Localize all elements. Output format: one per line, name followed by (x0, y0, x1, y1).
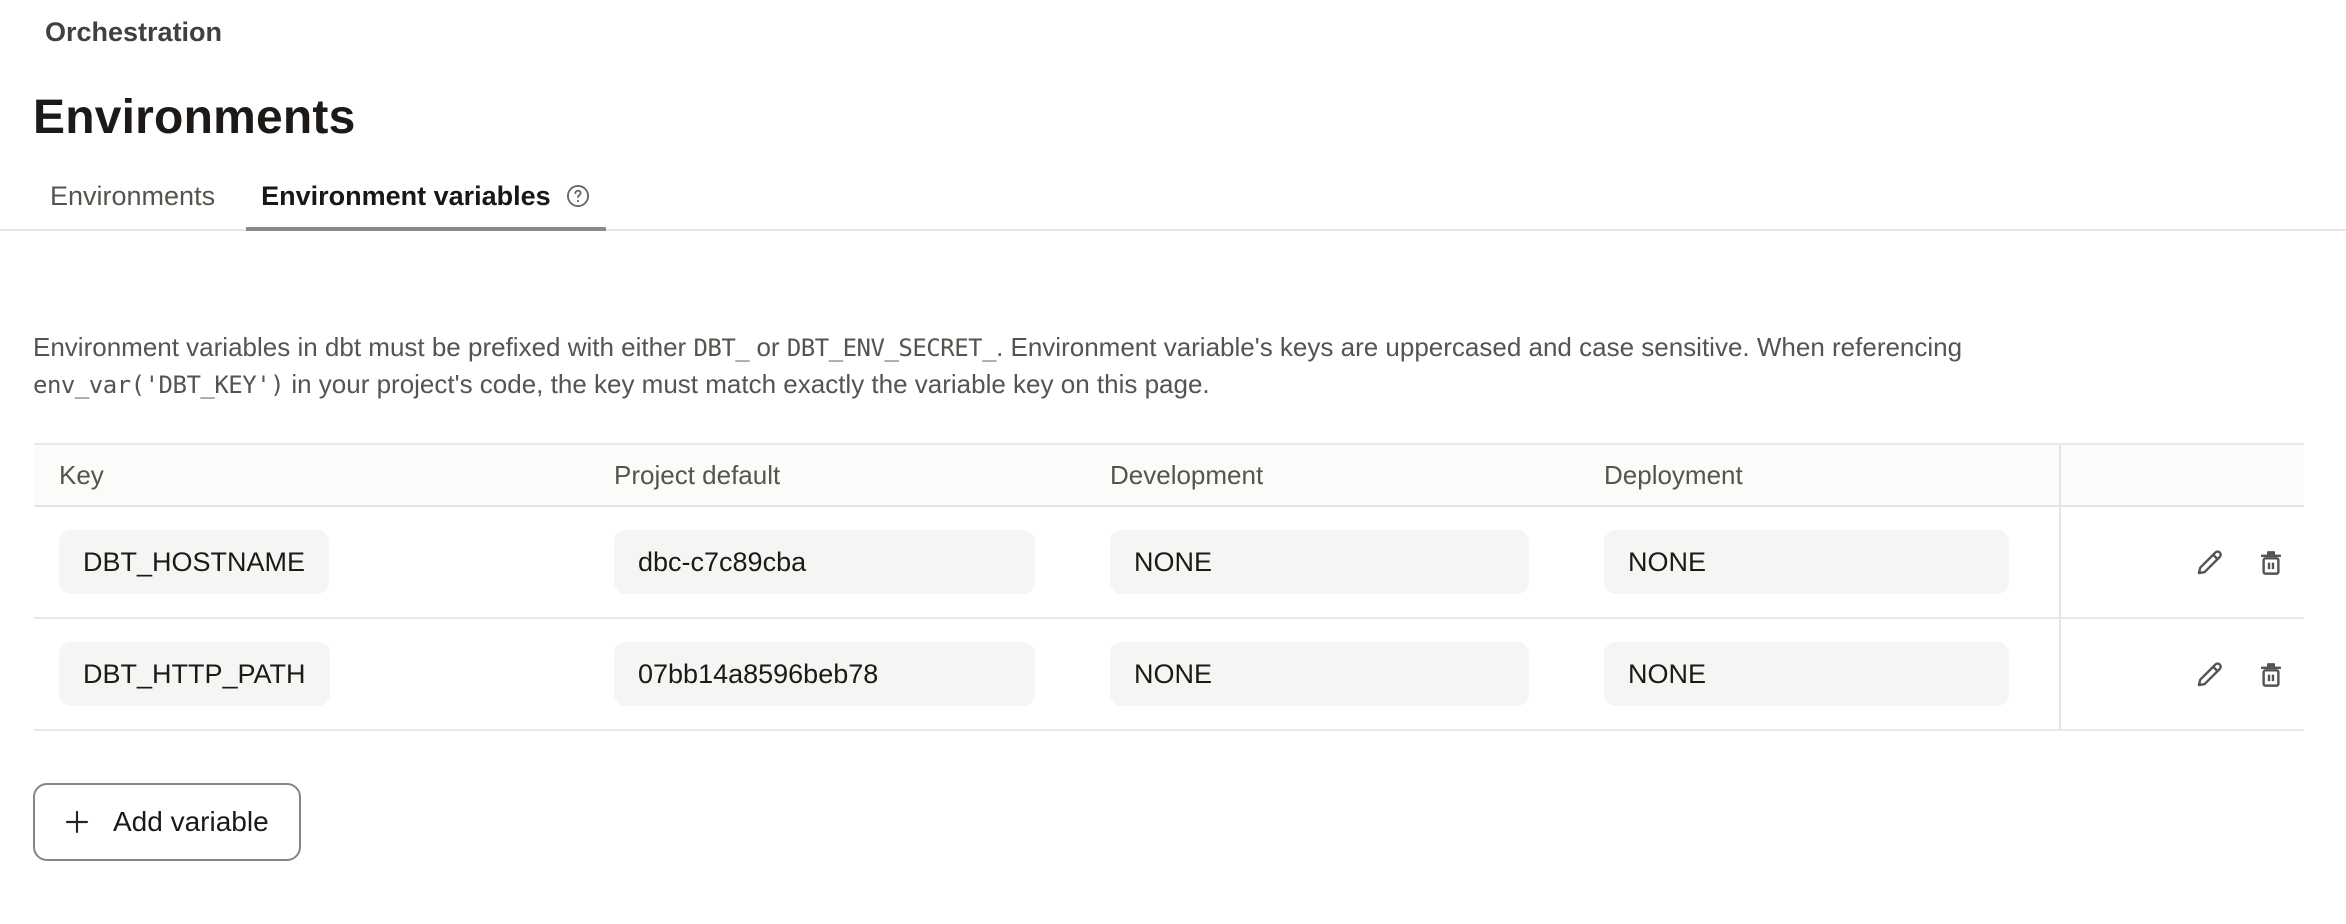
column-header-actions (2059, 445, 2304, 505)
cell-actions (2059, 619, 2304, 729)
column-header-key: Key (34, 445, 589, 505)
project-default-value-pill: dbc-c7c89cba (614, 530, 1035, 594)
pencil-icon (2193, 657, 2227, 691)
inline-code: DBT_ (693, 334, 749, 362)
description-line-2: env_var('DBT_KEY') in your project's cod… (33, 366, 2313, 403)
tab-environment-variables-label: Environment variables (261, 179, 551, 213)
tab-environment-variables[interactable]: Environment variables (246, 179, 606, 231)
add-variable-button[interactable]: Add variable (33, 783, 301, 861)
column-header-project-default: Project default (589, 445, 1085, 505)
delete-variable-button[interactable] (2254, 545, 2288, 579)
description-text: or (749, 332, 787, 362)
page-title: Environments (33, 90, 2346, 145)
edit-variable-button[interactable] (2193, 545, 2227, 579)
page-description: Environment variables in dbt must be pre… (33, 329, 2313, 403)
help-circle-icon[interactable] (565, 183, 591, 209)
cell-deployment: NONE (1579, 507, 2059, 617)
tab-environments-label: Environments (50, 179, 215, 213)
cell-actions (2059, 507, 2304, 617)
cell-deployment: NONE (1579, 619, 2059, 729)
inline-code: env_var('DBT_KEY') (33, 371, 284, 399)
trash-icon (2254, 545, 2288, 579)
description-text: in your project's code, the key must mat… (284, 369, 1210, 399)
cell-development: NONE (1085, 507, 1579, 617)
breadcrumb: Orchestration (45, 0, 2346, 50)
cell-key: DBT_HTTP_PATH (34, 619, 589, 729)
cell-project-default: 07bb14a8596beb78 (589, 619, 1085, 729)
table-row: DBT_HOSTNAME dbc-c7c89cba NONE NONE (34, 507, 2304, 619)
column-header-development: Development (1085, 445, 1579, 505)
cell-development: NONE (1085, 619, 1579, 729)
project-default-value-pill: 07bb14a8596beb78 (614, 642, 1035, 706)
description-text: . Environment variable's keys are upperc… (996, 332, 1962, 362)
cell-project-default: dbc-c7c89cba (589, 507, 1085, 617)
deployment-value-pill: NONE (1604, 530, 2009, 594)
tab-bar: Environments Environment variables (0, 179, 2346, 231)
trash-icon (2254, 657, 2288, 691)
delete-variable-button[interactable] (2254, 657, 2288, 691)
add-variable-label: Add variable (113, 806, 269, 838)
description-text: Environment variables in dbt must be pre… (33, 332, 693, 362)
development-value-pill: NONE (1110, 642, 1529, 706)
env-variables-table: Key Project default Development Deployme… (34, 443, 2304, 731)
description-line-1: Environment variables in dbt must be pre… (33, 329, 2313, 366)
edit-variable-button[interactable] (2193, 657, 2227, 691)
pencil-icon (2193, 545, 2227, 579)
key-value-pill: DBT_HTTP_PATH (59, 642, 330, 706)
plus-icon (61, 806, 93, 838)
table-row: DBT_HTTP_PATH 07bb14a8596beb78 NONE NONE (34, 619, 2304, 731)
deployment-value-pill: NONE (1604, 642, 2009, 706)
inline-code: DBT_ENV_SECRET_ (787, 334, 996, 362)
tab-environments[interactable]: Environments (35, 179, 230, 231)
column-header-deployment: Deployment (1579, 445, 2059, 505)
environments-page: Orchestration Environments Environments … (0, 0, 2346, 924)
key-value-pill: DBT_HOSTNAME (59, 530, 329, 594)
table-header-row: Key Project default Development Deployme… (34, 445, 2304, 507)
development-value-pill: NONE (1110, 530, 1529, 594)
cell-key: DBT_HOSTNAME (34, 507, 589, 617)
